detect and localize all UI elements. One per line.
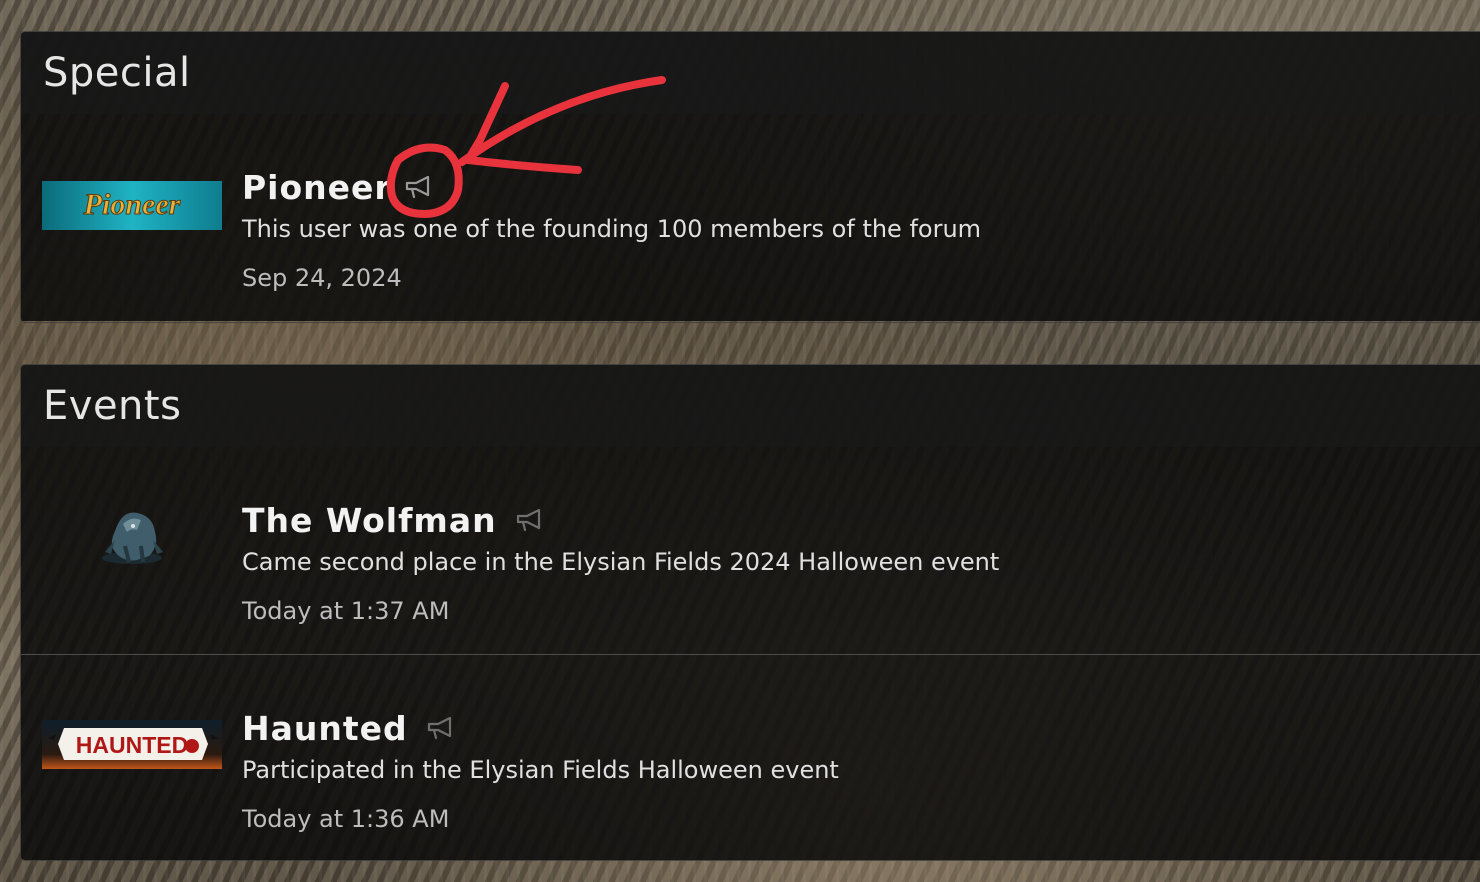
block-header-events: Events <box>21 365 1480 447</box>
trophy-description-haunted: Participated in the Elysian Fields Hallo… <box>242 756 839 784</box>
trophy-block-events: Events The Wolfman Came second place in … <box>21 365 1480 860</box>
trophy-description-pioneer: This user was one of the founding 100 me… <box>242 215 982 243</box>
megaphone-icon[interactable] <box>404 174 434 200</box>
pioneer-banner-icon: Pioneer <box>42 181 222 230</box>
trophy-list-special: Pioneer Pioneer This user was one of the… <box>21 114 1480 321</box>
trophy-list-events: The Wolfman Came second place in the Ely… <box>21 447 1480 860</box>
trophy-block-special: Special Pioneer Pioneer This user was on… <box>21 32 1480 322</box>
trophy-description-wolfman: Came second place in the Elysian Fields … <box>242 548 1000 576</box>
trophy-title-pioneer: Pioneer <box>242 168 434 207</box>
trophy-item-haunted: HAUNTED Haunted Participated in the Elys… <box>21 654 1480 860</box>
megaphone-icon[interactable] <box>515 507 545 533</box>
block-header-special: Special <box>21 32 1480 114</box>
trophy-item-wolfman: The Wolfman Came second place in the Ely… <box>21 447 1480 654</box>
megaphone-icon[interactable] <box>426 715 456 741</box>
trophy-title-text: The Wolfman <box>242 501 497 540</box>
trophy-title-wolfman: The Wolfman <box>242 501 545 540</box>
pioneer-banner-text: Pioneer <box>83 188 181 221</box>
trophy-title-text: Haunted <box>242 709 408 748</box>
trophy-title-haunted: Haunted <box>242 709 456 748</box>
haunted-banner-text: HAUNTED <box>76 732 188 758</box>
werewolf-icon <box>102 512 163 564</box>
trophy-date-haunted[interactable]: Today at 1:36 AM <box>242 805 449 833</box>
trophy-date-pioneer[interactable]: Sep 24, 2024 <box>242 264 402 292</box>
trophy-title-text: Pioneer <box>242 168 392 207</box>
trophy-item-pioneer: Pioneer Pioneer This user was one of the… <box>21 114 1480 321</box>
haunted-banner-icon: HAUNTED <box>42 720 222 769</box>
trophy-date-wolfman[interactable]: Today at 1:37 AM <box>242 597 449 625</box>
